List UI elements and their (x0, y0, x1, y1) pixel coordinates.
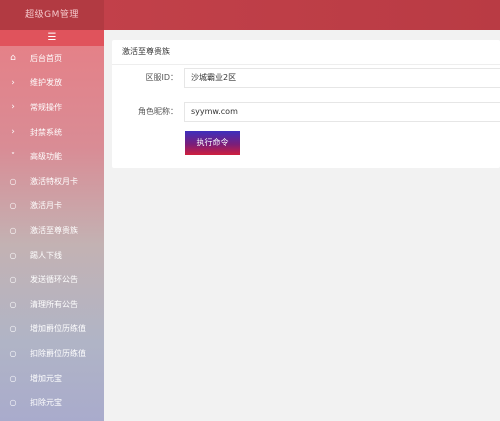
home-icon: ⌂ (10, 53, 16, 64)
circle-icon: ○ (9, 250, 17, 260)
circle-icon: ○ (9, 373, 17, 383)
circle-icon: ○ (9, 176, 17, 186)
app-logo: 超级GM管理 (0, 0, 104, 30)
sidebar-item-label: 增加爵位历练值 (30, 324, 86, 334)
role-name-label: 角色昵称： (138, 107, 178, 116)
sidebar-item[interactable]: ○ 激活至尊贵族 (0, 218, 104, 243)
circle-icon: ○ (9, 398, 17, 408)
chevron-down-icon: ˅ (10, 151, 16, 162)
server-id-label: 区服ID： (145, 73, 178, 82)
execute-command-button[interactable]: 执行命令 (185, 131, 240, 155)
chevron-right-icon: › (11, 102, 15, 113)
sidebar-item[interactable]: ○ 清理所有公告 (0, 292, 104, 317)
sidebar: ☰ ⌂ 后台首页 › 维护发放 › 常规操作 › 封禁系统 ˅ 高级功能 ○ 激活特权月卡 ○ 激活月卡 ○… (0, 30, 104, 421)
sidebar-item-label: 封禁系统 (30, 127, 62, 137)
panel-title: 激活至尊贵族 (122, 47, 170, 56)
sidebar-item-label: 维护发放 (30, 78, 62, 88)
sidebar-item[interactable]: ○增加金币 (0, 415, 104, 421)
sidebar-item[interactable]: ○ 踢人下线 (0, 243, 104, 268)
sidebar-item-label: 增加元宝 (30, 373, 62, 383)
circle-icon: ○ (9, 348, 17, 358)
chevron-right-icon: › (11, 127, 15, 138)
sidebar-item-label: 扣除爵位历练值 (30, 348, 86, 358)
circle-icon: ○ (9, 299, 17, 309)
sidebar-item-label: 后台首页 (30, 53, 62, 63)
panel-divider (112, 64, 500, 65)
circle-icon: ○ (9, 275, 17, 285)
sidebar-item-label: 高级功能 (30, 152, 62, 162)
circle-icon: ○ (9, 324, 17, 334)
sidebar-item[interactable]: ⌂ 后台首页 (0, 46, 104, 71)
sidebar-item-label: 扣除元宝 (30, 398, 62, 408)
sidebar-item-label: 踢人下线 (30, 250, 62, 260)
sidebar-item-label: 激活月卡 (30, 201, 62, 211)
top-bar: 超级GM管理 (0, 0, 500, 30)
sidebar-collapse-button[interactable]: ☰ (0, 30, 104, 46)
sidebar-item[interactable]: › 常规操作 (0, 95, 104, 120)
server-id-select[interactable]: 沙城霸业2区 (184, 68, 500, 88)
sidebar-item[interactable]: ○ 增加元宝 (0, 366, 104, 391)
chevron-right-icon: › (11, 77, 15, 88)
sidebar-item[interactable]: ˅ 高级功能 (0, 144, 104, 169)
sidebar-item-label: 激活特权月卡 (30, 176, 78, 186)
sidebar-item[interactable]: ○ 激活月卡 (0, 194, 104, 219)
sidebar-item-label: 激活至尊贵族 (30, 225, 78, 235)
sidebar-item[interactable]: › 封禁系统 (0, 120, 104, 145)
circle-icon: ○ (9, 225, 17, 235)
sidebar-item-label: 清理所有公告 (30, 299, 78, 309)
sidebar-item[interactable]: › 维护发放 (0, 71, 104, 96)
sidebar-item[interactable]: ○ 增加爵位历练值 (0, 317, 104, 342)
command-panel: 激活至尊贵族 区服ID： 沙城霸业2区 角色昵称： syymw.com 执行命令 (112, 40, 500, 168)
sidebar-item[interactable]: ○ 扣除爵位历练值 (0, 341, 104, 366)
sidebar-nav: ⌂ 后台首页 › 维护发放 › 常规操作 › 封禁系统 ˅ 高级功能 ○ 激活特权月卡 ○ 激活月卡 ○ 激活… (0, 46, 104, 421)
sidebar-item-label: 发送循环公告 (30, 275, 78, 285)
circle-icon: ○ (9, 201, 17, 211)
sidebar-item[interactable]: ○ 扣除元宝 (0, 390, 104, 415)
sidebar-item-label: 常规操作 (30, 102, 62, 112)
sidebar-item[interactable]: ○ 激活特权月卡 (0, 169, 104, 194)
role-name-input[interactable]: syymw.com (184, 102, 500, 122)
sidebar-item[interactable]: ○ 发送循环公告 (0, 267, 104, 292)
